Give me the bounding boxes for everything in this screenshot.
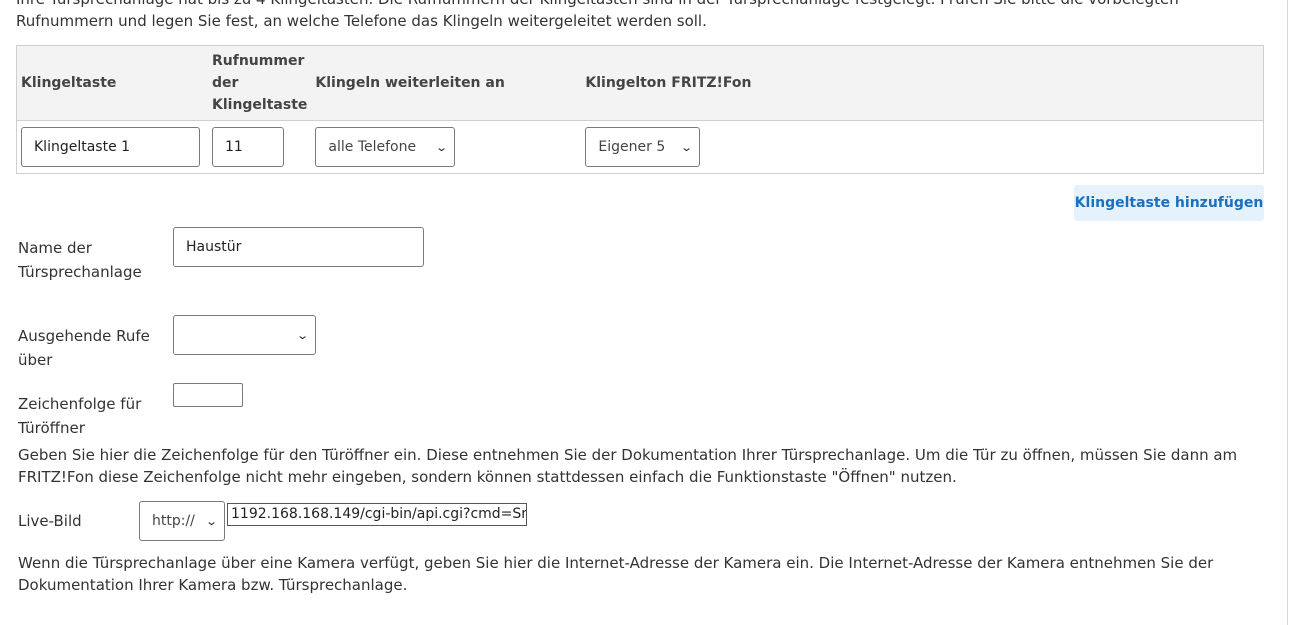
doorbell-table: Klingeltaste Rufnummer der Klingeltaste … — [16, 45, 1264, 174]
header-klingelton: Klingelton FRITZ!Fon — [581, 45, 1264, 121]
forward-select-value: alle Telefone — [328, 139, 417, 155]
doorbell-name-input[interactable]: Klingeltaste 1 — [21, 127, 200, 167]
protocol-select-value: http:// — [152, 513, 195, 529]
door-opener-input[interactable] — [173, 383, 243, 407]
outgoing-calls-label: Ausgehende Rufe über — [18, 327, 150, 369]
doorbell-number-input[interactable]: 11 — [212, 127, 284, 167]
chevron-down-icon: ⌄ — [435, 140, 449, 154]
live-image-label: Live-Bild — [18, 512, 82, 530]
chevron-down-icon: ⌄ — [680, 140, 694, 154]
outgoing-calls-select[interactable]: ⌄ — [173, 315, 316, 355]
ringtone-select[interactable]: Eigener 5 ⌄ — [585, 127, 701, 167]
protocol-select[interactable]: http:// ⌄ — [139, 501, 225, 541]
header-klingeltaste: Klingeltaste — [16, 45, 208, 121]
door-opener-label: Zeichenfolge für Türöffner — [18, 395, 142, 437]
chevron-down-icon: ⌄ — [204, 514, 218, 528]
add-doorbell-button[interactable]: Klingeltaste hinzufügen — [1074, 185, 1264, 221]
header-rufnummer: Rufnummer der Klingeltaste — [208, 45, 312, 121]
forward-select[interactable]: alle Telefone ⌄ — [315, 127, 456, 167]
header-weiterleiten: Klingeln weiterleiten an — [311, 45, 582, 121]
door-intercom-name-input[interactable]: Haustür — [173, 227, 424, 267]
door-opener-help: Geben Sie hier die Zeichenfolge für den … — [18, 446, 1238, 486]
live-image-help: Wenn die Türsprechanlage über eine Kamer… — [18, 554, 1214, 594]
door-intercom-name-label: Name der Türsprechanlage — [18, 239, 142, 281]
chevron-down-icon: ⌄ — [295, 328, 309, 342]
ringtone-select-value: Eigener 5 — [598, 139, 666, 155]
table-row: Klingeltaste 1 11 alle Telefone ⌄ Eigene… — [16, 120, 1264, 174]
live-image-url-input[interactable]: 1192.168.168.149/cgi-bin/api.cgi?cmd=Sna… — [227, 503, 527, 526]
scroll-divider — [1287, 0, 1288, 625]
intro-text: Ihre Türsprechanlage hat bis zu 4 Klinge… — [16, 0, 1179, 30]
